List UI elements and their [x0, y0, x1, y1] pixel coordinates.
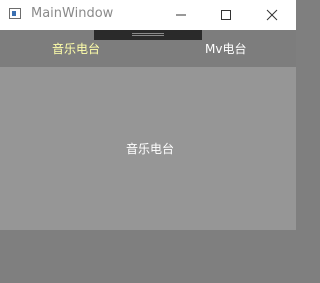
tab-mv-radio[interactable]: Mv电台 [205, 42, 246, 56]
app-window-icon [9, 8, 21, 19]
maximize-button[interactable] [203, 0, 249, 30]
close-button[interactable] [249, 0, 295, 30]
tab-music-radio[interactable]: 音乐电台 [52, 42, 100, 56]
bottom-bar [0, 230, 296, 283]
minimize-button[interactable] [158, 0, 204, 30]
title-bar[interactable]: MainWindow [0, 0, 296, 30]
main-window: MainWindow 音乐电台 Mv电台 音乐电台 [0, 0, 296, 283]
drag-handle[interactable] [94, 30, 202, 40]
minimize-icon [176, 14, 186, 16]
content-title: 音乐电台 [125, 142, 174, 156]
close-icon [266, 9, 278, 21]
content-panel: 音乐电台 [0, 67, 296, 230]
window-title: MainWindow [31, 6, 114, 21]
maximize-icon [221, 10, 231, 20]
